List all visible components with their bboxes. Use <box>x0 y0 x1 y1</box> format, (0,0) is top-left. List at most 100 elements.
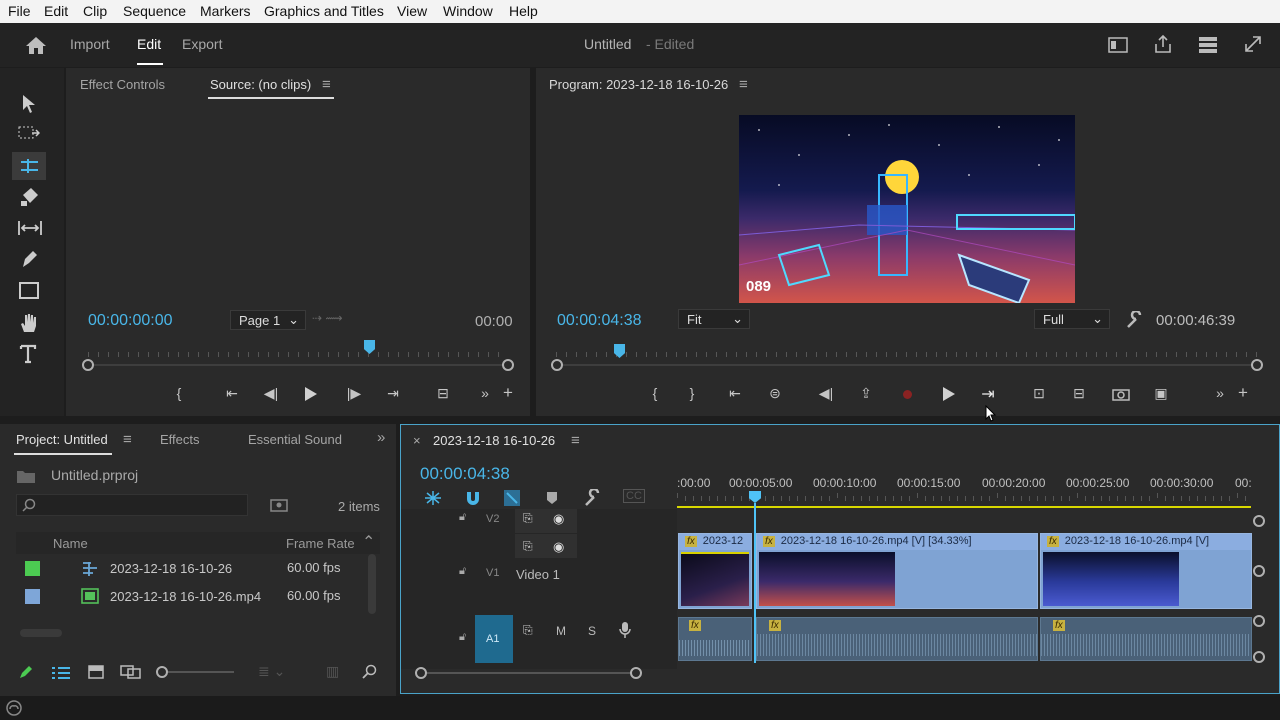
more-controls-icon[interactable]: » <box>474 385 496 401</box>
tab-import[interactable]: Import <box>70 36 110 52</box>
step-back-icon[interactable]: ◀| <box>260 385 282 402</box>
tab-source[interactable]: Source: (no clips) <box>210 77 311 92</box>
a1-source-patch[interactable]: A1 <box>475 615 513 663</box>
slip-tool-icon[interactable] <box>17 219 43 237</box>
a1-toggle-sync-icon[interactable]: ⎘ <box>523 623 533 638</box>
v1-eye-icon[interactable]: ◉ <box>553 539 564 555</box>
linked-selection-icon[interactable] <box>503 489 521 507</box>
menu-graphics-titles[interactable]: Graphics and Titles <box>264 3 384 19</box>
pencil-icon[interactable] <box>18 664 34 680</box>
fullscreen-icon[interactable] <box>1244 35 1262 53</box>
program-play-icon[interactable] <box>942 386 956 402</box>
v2-eye-icon[interactable]: ◉ <box>553 511 564 527</box>
creative-cloud-icon[interactable] <box>6 700 22 716</box>
zoom-slider-handle[interactable] <box>156 666 168 678</box>
video-clip[interactable]: fx 2023-12 <box>678 533 752 609</box>
source-menu-icon[interactable]: ≡ <box>322 76 331 93</box>
menu-edit[interactable]: Edit <box>44 3 68 19</box>
program-go-to-out-icon[interactable]: ⇥ <box>977 384 999 404</box>
compare-view-icon[interactable]: ⊡ <box>1028 385 1050 402</box>
captions-icon[interactable]: CC <box>623 489 645 503</box>
v1-label[interactable]: V1 <box>486 567 499 579</box>
v1-toggle-sync-icon[interactable]: ⎘ <box>523 539 533 554</box>
a1-track-height-handle[interactable] <box>1253 615 1265 627</box>
menu-help[interactable]: Help <box>509 3 538 19</box>
column-name[interactable]: Name <box>53 536 88 551</box>
project-find-icon[interactable] <box>362 664 378 680</box>
sort-chevron-up-icon[interactable]: ⌃ <box>362 532 375 552</box>
solo-button[interactable]: S <box>588 624 596 638</box>
source-scrubber[interactable] <box>88 352 508 366</box>
audio-clip[interactable]: fx <box>756 617 1038 661</box>
razor-tool-icon[interactable] <box>19 187 39 207</box>
label-color-swatch[interactable] <box>25 561 40 576</box>
a1-lock-icon[interactable]: 🔓︎ <box>459 631 466 644</box>
voiceover-mic-icon[interactable] <box>619 621 631 639</box>
time-ruler[interactable]: :00:00 00:00:05:00 00:00:10:00 00:00:15:… <box>677 467 1253 509</box>
quick-export-icon[interactable] <box>1198 36 1218 54</box>
pen-tool-icon[interactable] <box>19 249 39 269</box>
project-search-input[interactable] <box>16 494 248 516</box>
menu-clip[interactable]: Clip <box>83 3 107 19</box>
camera-icon[interactable] <box>1112 387 1130 401</box>
mark-in-icon[interactable]: { <box>168 385 190 401</box>
project-row[interactable]: 2023-12-18 16-10-26 60.00 fps <box>16 555 376 583</box>
share-icon[interactable] <box>1153 34 1173 54</box>
program-menu-icon[interactable]: ≡ <box>739 76 748 93</box>
project-menu-icon[interactable]: ≡ <box>123 431 132 448</box>
program-go-to-in-icon[interactable]: ⇤ <box>724 385 746 402</box>
page-dropdown[interactable]: Page 1 ⌄ <box>230 310 306 330</box>
nest-icon[interactable] <box>424 490 442 506</box>
list-view-icon[interactable] <box>51 666 71 680</box>
zoom-slider-track[interactable] <box>168 671 234 673</box>
go-to-out-icon[interactable]: ⇥ <box>382 385 404 402</box>
go-to-in-icon[interactable]: ⇤ <box>221 385 243 402</box>
add-marker-icon[interactable] <box>546 491 558 505</box>
insert-icon[interactable]: ⊟ <box>432 385 454 402</box>
program-zoom-right-handle[interactable] <box>1251 359 1263 371</box>
program-step-back-icon[interactable]: ◀| <box>815 385 837 402</box>
project-row[interactable]: 2023-12-18 16-10-26.mp4 60.00 fps <box>16 583 376 611</box>
audio-scroll-handle[interactable] <box>1253 651 1265 663</box>
menu-sequence[interactable]: Sequence <box>123 3 186 19</box>
hand-tool-icon[interactable] <box>19 312 39 334</box>
extract-icon[interactable]: ⇪ <box>855 385 877 402</box>
panel-layout-icon[interactable] <box>1108 37 1128 53</box>
snap-magnet-icon[interactable] <box>465 490 481 506</box>
close-sequence-icon[interactable]: × <box>413 433 421 448</box>
insert-overwrite-icon[interactable]: ⊟ <box>1068 385 1090 402</box>
tab-effect-controls[interactable]: Effect Controls <box>80 77 165 92</box>
timeline-settings-wrench-icon[interactable] <box>584 489 602 507</box>
v1-track-height-handle[interactable] <box>1253 565 1265 577</box>
v2-toggle-sync-icon[interactable]: ⎘ <box>523 511 533 526</box>
track-select-tool-icon[interactable] <box>18 124 40 142</box>
menu-window[interactable]: Window <box>443 3 493 19</box>
audio-clip[interactable]: fx <box>678 617 752 661</box>
v2-lock-icon[interactable]: 🔓︎ <box>459 511 466 524</box>
source-button-extra-icon[interactable]: ⇢ ⟿ <box>312 311 343 325</box>
step-forward-icon[interactable]: |▶ <box>343 385 365 402</box>
rectangle-tool-icon[interactable] <box>19 282 39 300</box>
timeline-timecode[interactable]: 00:00:04:38 <box>420 464 510 484</box>
video-clip[interactable]: fx 2023-12-18 16-10-26.mp4 [V] <box>1040 533 1252 609</box>
source-playhead[interactable] <box>364 340 375 354</box>
timeline-zoom-bar[interactable] <box>427 672 637 674</box>
quality-dropdown[interactable]: Full ⌄ <box>1034 309 1110 329</box>
tab-export[interactable]: Export <box>182 36 222 52</box>
record-icon[interactable] <box>903 390 912 399</box>
fit-dropdown[interactable]: Fit ⌄ <box>678 309 750 329</box>
lift-icon[interactable]: ⊜ <box>764 385 786 402</box>
program-more-icon[interactable]: » <box>1209 385 1231 401</box>
freeform-view-icon[interactable] <box>120 665 142 679</box>
source-play-icon[interactable] <box>304 386 318 402</box>
v1-lock-icon[interactable]: 🔓︎ <box>459 565 466 578</box>
tab-effects[interactable]: Effects <box>160 432 200 447</box>
selection-tool-icon[interactable] <box>20 94 38 114</box>
program-zoom-left-handle[interactable] <box>551 359 563 371</box>
tab-edit[interactable]: Edit <box>137 36 161 52</box>
menu-markers[interactable]: Markers <box>200 3 251 19</box>
work-area-bar[interactable] <box>677 506 1251 508</box>
source-timecode[interactable]: 00:00:00:00 <box>88 312 173 330</box>
automate-icon[interactable]: ▥ <box>326 663 339 680</box>
home-icon[interactable] <box>25 35 47 55</box>
